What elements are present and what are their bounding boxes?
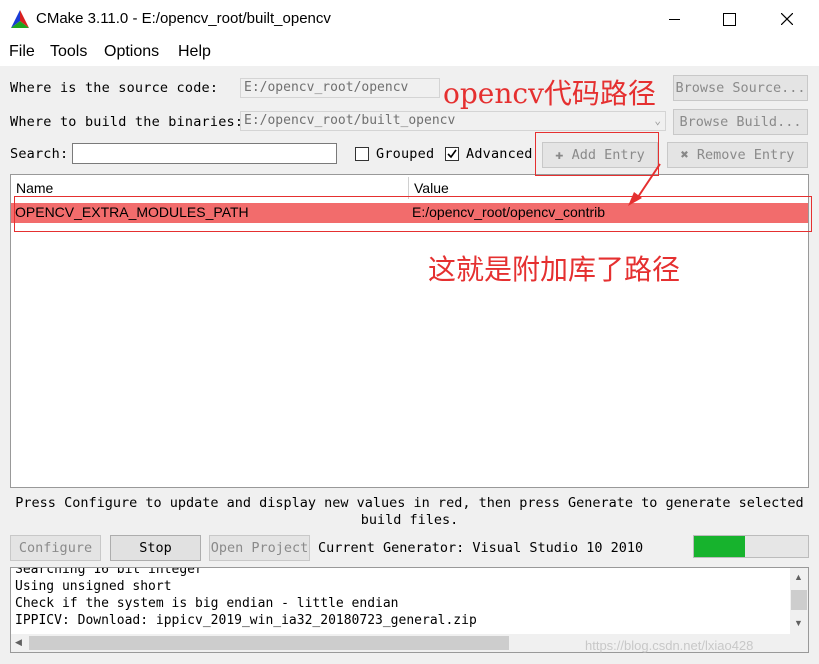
browse-build-button[interactable]: Browse Build... [673,109,808,135]
close-button[interactable] [764,0,810,38]
chevron-down-icon[interactable]: ⌄ [654,112,661,130]
minimize-button[interactable] [651,0,697,38]
search-label: Search: [10,146,69,162]
maximize-button[interactable] [706,0,752,38]
current-generator: Current Generator: Visual Studio 10 2010 [318,540,644,556]
source-label: Where is the source code: [10,80,219,96]
browse-source-button[interactable]: Browse Source... [673,75,808,101]
remove-entry-button[interactable]: ✖ Remove Entry [667,142,808,168]
scroll-down-icon[interactable]: ▼ [794,618,803,628]
advanced-label: Advanced [466,146,533,162]
configure-button[interactable]: Configure [10,535,101,561]
log-line: Check if the system is big endian - litt… [15,596,399,611]
build-label: Where to build the binaries: [10,114,244,130]
scroll-left-icon[interactable]: ◀ [15,637,22,648]
annotation-arrow [628,163,661,206]
scroll-thumb[interactable] [791,590,807,610]
cmake-triangle-icon [10,9,30,32]
remove-entry-label: Remove Entry [696,147,795,163]
annotation-box-row [14,196,812,232]
annotation-extra-modules: 这就是附加库了路径 [428,253,681,286]
search-input[interactable] [72,143,337,164]
menu-file[interactable]: File [9,43,35,61]
build-path-value: E:/opencv_root/built_opencv [244,113,456,128]
close-icon [781,13,793,25]
progress-bar [693,535,809,558]
log-line: Searching 16 bit integer [15,567,203,577]
watermark: https://blog.csdn.net/lxiao428 [585,638,754,653]
log-line: IPPICV: Download: ippicv_2019_win_ia32_2… [15,613,477,628]
menu-options[interactable]: Options [104,43,159,61]
scroll-up-icon[interactable]: ▲ [794,572,803,582]
configure-hint: Press Configure to update and display ne… [10,495,809,529]
menu-help[interactable]: Help [178,43,211,61]
log-line: Using unsigned short [15,579,172,594]
remove-x-icon: ✖ [680,147,689,163]
window-title: CMake 3.11.0 - E:/opencv_root/built_open… [36,10,331,27]
menu-tools[interactable]: Tools [50,43,87,61]
checkmark-icon [447,149,457,159]
build-path-combobox[interactable]: E:/opencv_root/built_opencv ⌄ [240,111,666,131]
configure-hint-line2: build files. [360,512,459,528]
scroll-thumb-horizontal[interactable] [29,636,509,650]
advanced-checkbox[interactable] [445,147,459,161]
minimize-icon [668,18,680,20]
configure-hint-line1: Press Configure to update and display ne… [15,495,804,511]
source-path-field[interactable]: E:/opencv_root/opencv [240,78,440,98]
progress-fill [694,536,746,557]
vertical-scrollbar[interactable]: ▲ ▼ [790,568,808,652]
grouped-label: Grouped [376,146,435,162]
maximize-icon [722,12,736,26]
open-project-button[interactable]: Open Project [209,535,310,561]
stop-button[interactable]: Stop [110,535,201,561]
annotation-source-path: opencv代码路径 [443,77,656,110]
grouped-checkbox[interactable] [355,147,369,161]
